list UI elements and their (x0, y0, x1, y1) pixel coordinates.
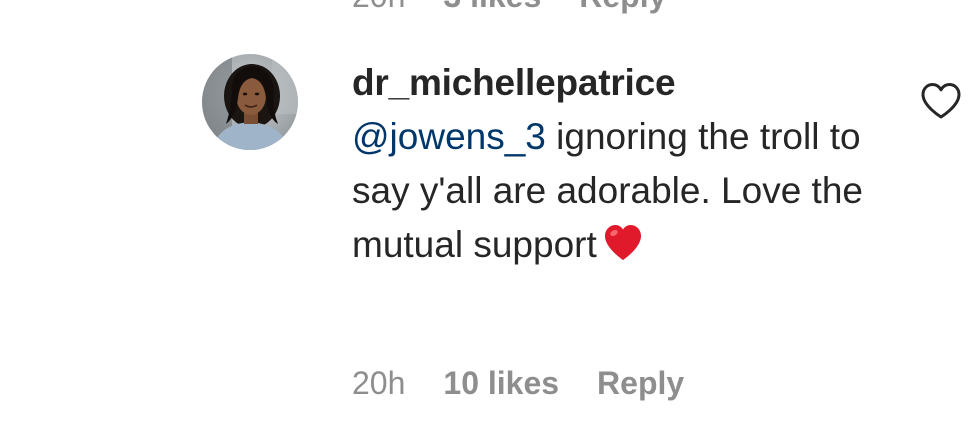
previous-comment-reply-button[interactable]: Reply (579, 0, 666, 15)
previous-comment-meta: 20h 3 likes Reply (352, 0, 666, 15)
comment-time[interactable]: 20h (352, 365, 405, 402)
previous-comment-time: 20h (352, 0, 405, 15)
avatar[interactable] (202, 54, 298, 150)
comment-body: dr_michellepatrice @jowens_3 ignoring th… (352, 56, 872, 277)
previous-comment-likes[interactable]: 3 likes (443, 0, 541, 15)
heart-outline-icon[interactable] (920, 82, 962, 120)
red-heart-emoji-icon (603, 223, 643, 277)
avatar-image (202, 54, 298, 150)
comment-meta: 20h 10 likes Reply (352, 365, 684, 402)
reply-button[interactable]: Reply (597, 365, 684, 402)
comment-text: @jowens_3 ignoring the troll to say y'al… (352, 110, 872, 277)
comment-thread: 20h 3 likes Reply (0, 0, 980, 448)
comment-likes-count[interactable]: 10 likes (443, 365, 559, 402)
comment-mention-link[interactable]: @jowens_3 (352, 116, 546, 157)
comment-username[interactable]: dr_michellepatrice (352, 56, 872, 110)
